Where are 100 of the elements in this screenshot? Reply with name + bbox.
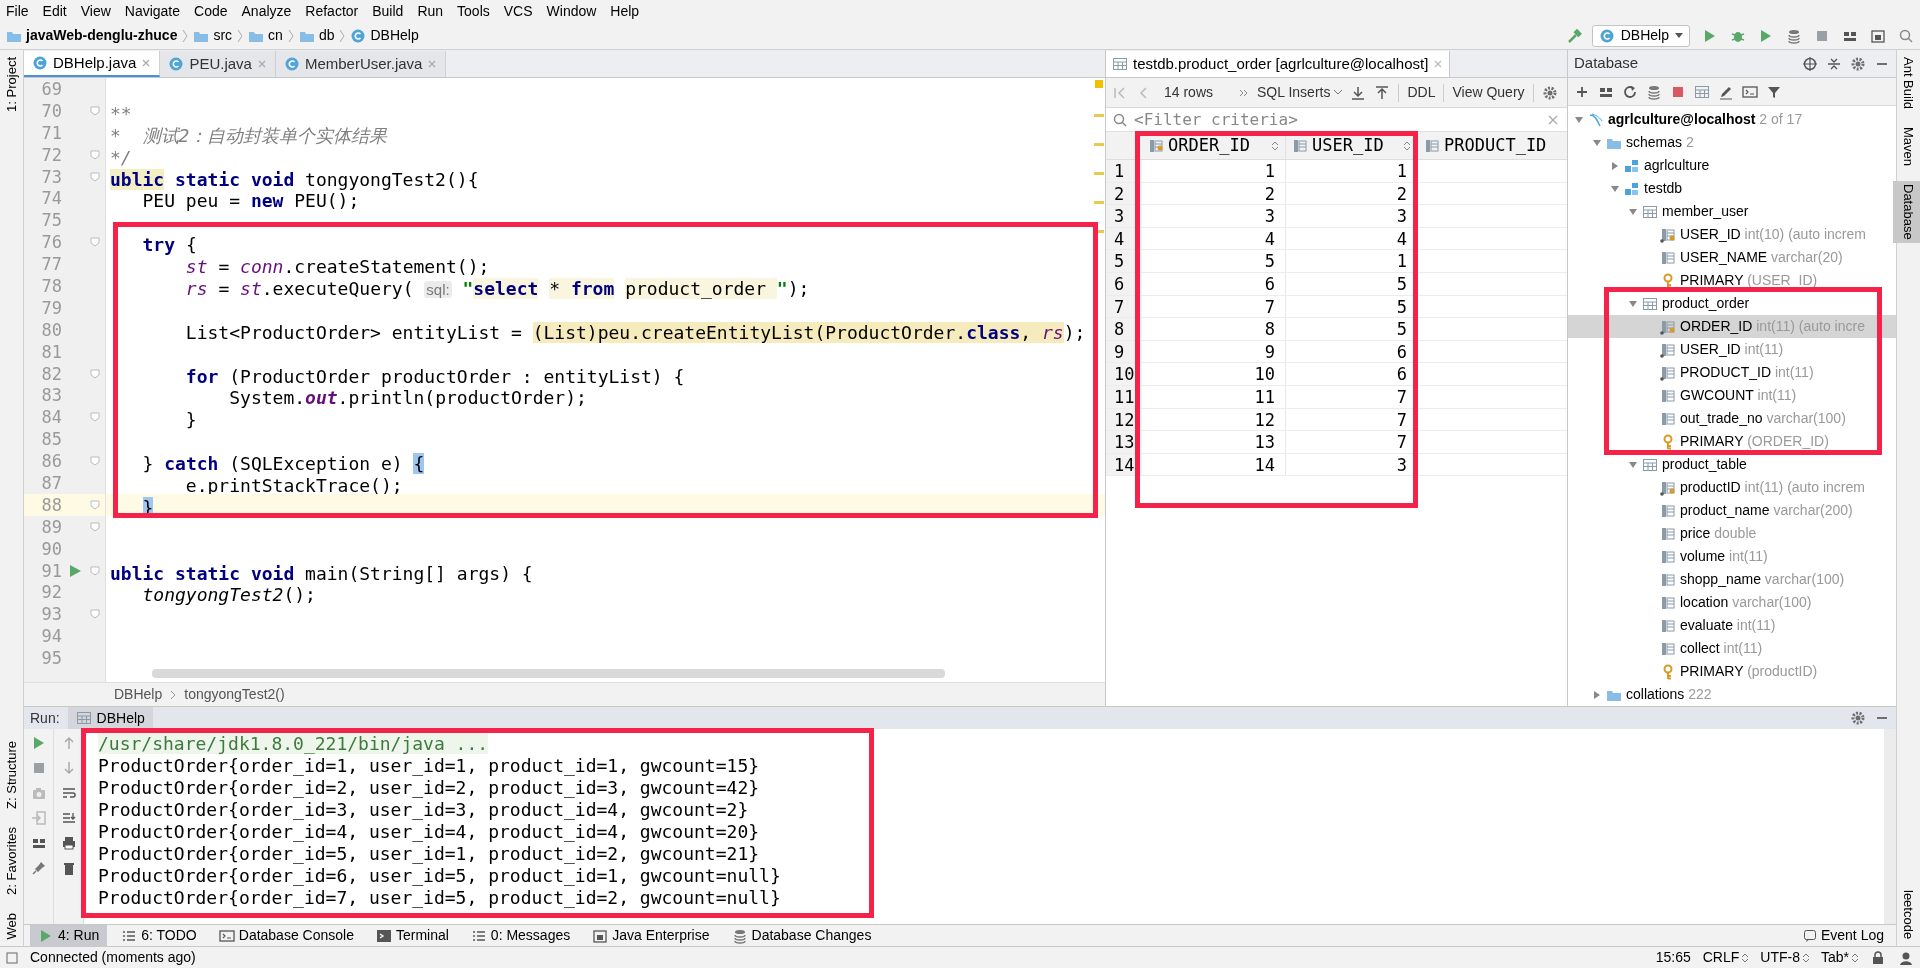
- tree-item[interactable]: product_order: [1628, 294, 1750, 313]
- tree-item[interactable]: PRIMARY (productID): [1646, 662, 1818, 681]
- menu-item[interactable]: File: [6, 1, 29, 21]
- expanded-arrow-icon[interactable]: [1574, 114, 1584, 125]
- menu-item[interactable]: Edit: [42, 1, 67, 21]
- horizontal-scrollbar[interactable]: [152, 669, 945, 678]
- status-widget[interactable]: UTF-8: [1760, 947, 1809, 968]
- tree-item[interactable]: agrlculture: [1610, 156, 1710, 175]
- sort-icon[interactable]: [1271, 139, 1279, 152]
- tree-item[interactable]: collations 222: [1592, 685, 1712, 704]
- menu-item[interactable]: Help: [610, 1, 640, 21]
- fold-marker-icon[interactable]: [90, 609, 100, 620]
- tool-window-tab[interactable]: Database: [1892, 181, 1920, 243]
- tree-item[interactable]: price double: [1646, 524, 1757, 543]
- tree-item[interactable]: collect int(11): [1646, 639, 1763, 658]
- breadcrumb-item[interactable]: tongyongTest2(): [184, 684, 285, 705]
- fold-marker-icon[interactable]: [90, 456, 100, 467]
- tree-item[interactable]: product_table: [1628, 455, 1747, 474]
- editor-tab[interactable]: PEU.java: [160, 51, 276, 77]
- tree-item[interactable]: productID int(11) (auto increm: [1646, 478, 1865, 497]
- breadcrumb-item[interactable]: src: [213, 25, 233, 46]
- run-icon[interactable]: [68, 563, 82, 578]
- menu-item[interactable]: Code: [194, 1, 228, 21]
- menu-item[interactable]: Build: [372, 1, 404, 21]
- tool-window-button[interactable]: Terminal: [367, 924, 457, 947]
- tree-item[interactable]: member_user: [1628, 202, 1749, 221]
- locate-icon[interactable]: [1802, 55, 1818, 72]
- breadcrumb-item[interactable]: javaWeb-denglu-zhuce: [26, 25, 178, 46]
- breadcrumb-item[interactable]: DBHelp: [370, 25, 419, 46]
- fold-marker-icon[interactable]: [90, 521, 100, 532]
- settings-icon[interactable]: [1541, 84, 1558, 101]
- menu-item[interactable]: VCS: [503, 1, 533, 21]
- close-icon[interactable]: [141, 58, 152, 68]
- expanded-arrow-icon[interactable]: [1628, 459, 1638, 470]
- menu-item[interactable]: Tools: [457, 1, 490, 21]
- login-icon[interactable]: [30, 810, 47, 826]
- tool-window-button[interactable]: Database Console: [210, 924, 362, 947]
- tree-item[interactable]: testdb: [1610, 179, 1683, 198]
- menu-item[interactable]: View: [80, 1, 111, 21]
- menu-item[interactable]: Run: [417, 1, 444, 21]
- menu-item[interactable]: Navigate: [124, 1, 181, 21]
- editor-tab[interactable]: MemberUser.java: [275, 51, 447, 77]
- fold-marker-icon[interactable]: [90, 499, 100, 510]
- tool-window-tab[interactable]: Web: [0, 909, 28, 942]
- tool-window-tab[interactable]: leetcode: [1892, 886, 1920, 942]
- search-icon[interactable]: [1898, 27, 1914, 44]
- filter-field[interactable]: <Filter criteria>: [1134, 107, 1539, 132]
- layout-icon[interactable]: [1870, 27, 1886, 44]
- tree-item[interactable]: USER_ID int(10) (auto increm: [1646, 225, 1866, 244]
- tool-window-tab[interactable]: Maven: [1892, 124, 1920, 170]
- fold-marker-icon[interactable]: [90, 565, 100, 576]
- run-tab[interactable]: DBHelp: [67, 707, 153, 729]
- result-tab[interactable]: testdb.product_order [agrlculture@localhost]: [1106, 51, 1451, 77]
- toolbar-button[interactable]: View Query: [1452, 82, 1525, 103]
- collapsed-arrow-icon[interactable]: [1592, 689, 1602, 700]
- scroll-to-end-icon[interactable]: [60, 810, 77, 826]
- tool-window-button[interactable]: 6: TODO: [113, 924, 205, 947]
- run-config-dropdown[interactable]: DBHelp: [1591, 24, 1690, 47]
- close-icon[interactable]: [1433, 59, 1444, 69]
- breadcrumb-item[interactable]: db: [318, 25, 335, 46]
- column-header[interactable]: USER_ID: [1286, 132, 1418, 159]
- refresh-icon[interactable]: [1622, 83, 1638, 100]
- soft-wrap-icon[interactable]: [60, 785, 77, 801]
- collapsed-arrow-icon[interactable]: [1610, 160, 1620, 171]
- tree-item[interactable]: evaluate int(11): [1646, 616, 1776, 635]
- status-widget[interactable]: Tab*: [1820, 947, 1858, 968]
- tree-item[interactable]: PRODUCT_ID int(11): [1646, 363, 1814, 382]
- fold-marker-icon[interactable]: [90, 237, 100, 248]
- table-icon[interactable]: [1694, 83, 1710, 100]
- tree-item[interactable]: schemas 2: [1592, 133, 1694, 152]
- camera-icon[interactable]: [30, 785, 47, 801]
- tool-window-button[interactable]: Database Changes: [723, 924, 880, 947]
- fold-marker-icon[interactable]: [90, 105, 100, 116]
- fold-marker-icon[interactable]: [90, 149, 100, 160]
- fold-marker-icon[interactable]: [90, 171, 100, 182]
- tool-window-tab[interactable]: 2: Favorites: [0, 823, 28, 898]
- expanded-arrow-icon[interactable]: [1610, 183, 1620, 194]
- settings-icon[interactable]: [1850, 55, 1866, 72]
- caret-position[interactable]: 15:65: [1655, 947, 1691, 968]
- tree-item[interactable]: agrlculture@localhost 2 of 17: [1574, 110, 1803, 129]
- close-icon[interactable]: [256, 59, 267, 69]
- expanded-arrow-icon[interactable]: [1628, 206, 1638, 217]
- tool-window-tab[interactable]: Ant Build: [1892, 54, 1920, 113]
- tree-item[interactable]: location varchar(100): [1646, 593, 1812, 612]
- console-icon[interactable]: [1742, 83, 1758, 100]
- pin-icon[interactable]: [30, 860, 47, 876]
- menu-item[interactable]: Analyze: [241, 1, 292, 21]
- close-icon[interactable]: [427, 59, 438, 69]
- tool-window-tab[interactable]: Z: Structure: [0, 737, 28, 812]
- expanded-arrow-icon[interactable]: [1592, 137, 1602, 148]
- tree-item[interactable]: USER_ID int(11): [1646, 340, 1784, 359]
- tree-item[interactable]: USER_NAME varchar(20): [1646, 248, 1843, 267]
- tree-item[interactable]: PRIMARY (ORDER_ID): [1646, 432, 1829, 451]
- tool-window-button[interactable]: Java Enterprise: [584, 924, 718, 947]
- more-icon[interactable]: [1239, 87, 1250, 98]
- tree-item[interactable]: GWCOUNT int(11): [1646, 386, 1797, 405]
- column-header[interactable]: ORDER_ID: [1142, 132, 1286, 159]
- settings-icon[interactable]: [1850, 710, 1866, 726]
- menu-item[interactable]: Window: [546, 1, 597, 21]
- event-log-button[interactable]: Event Log: [1802, 925, 1890, 946]
